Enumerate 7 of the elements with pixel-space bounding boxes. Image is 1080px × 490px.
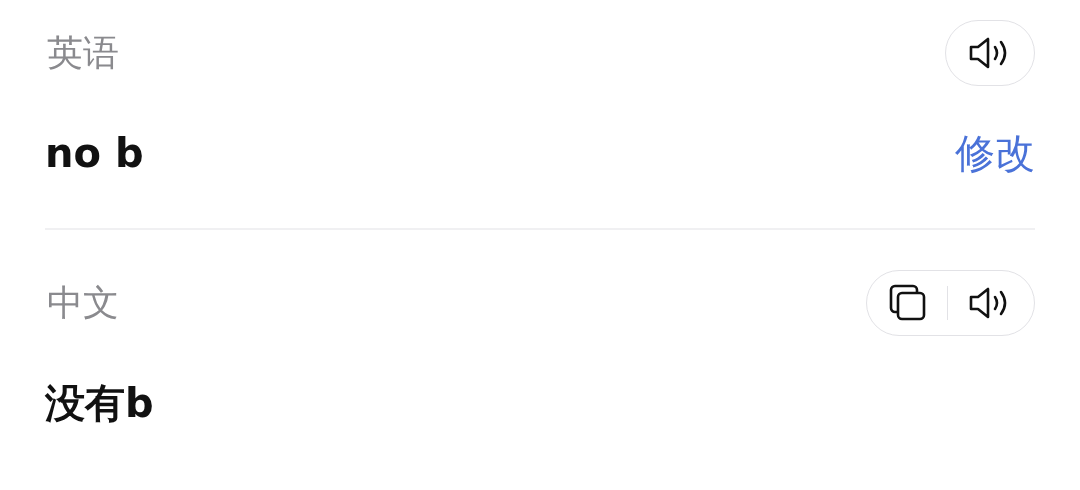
- language-label: 英语: [46, 31, 119, 75]
- language-label: 中文: [46, 281, 119, 325]
- edit-link[interactable]: 修改: [955, 128, 1035, 178]
- translation-text: 没有b: [45, 379, 154, 428]
- copy-icon: [889, 284, 927, 322]
- translation-text: no b: [45, 129, 144, 178]
- copy-button[interactable]: [889, 284, 927, 322]
